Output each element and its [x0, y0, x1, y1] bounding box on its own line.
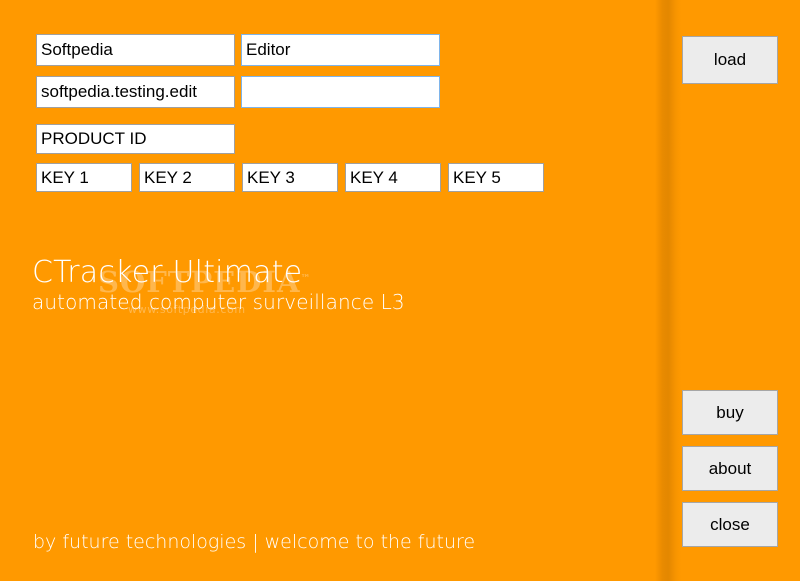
buy-button[interactable]: buy: [682, 390, 778, 435]
key-3-field[interactable]: [242, 163, 338, 192]
about-button[interactable]: about: [682, 446, 778, 491]
close-button[interactable]: close: [682, 502, 778, 547]
key-5-field[interactable]: [448, 163, 544, 192]
app-subtitle: automated computer surveillance L3: [32, 290, 405, 314]
product-id-field[interactable]: [36, 124, 235, 154]
key-2-field[interactable]: [139, 163, 235, 192]
email-field[interactable]: [36, 76, 235, 108]
role-field[interactable]: [241, 34, 440, 66]
name-field[interactable]: [36, 34, 235, 66]
load-button[interactable]: load: [682, 36, 778, 84]
app-title: CTracker Ultimate: [32, 255, 303, 290]
extra-field[interactable]: [241, 76, 440, 108]
key-1-field[interactable]: [36, 163, 132, 192]
footer-tagline: by future technologies | welcome to the …: [33, 531, 476, 553]
branding-block: CTracker Ultimate automated computer sur…: [32, 258, 632, 328]
panel-divider-shadow: [655, 0, 681, 581]
application-window: SOFTPEDIA™ www.softpedia.com CTracker Ul…: [0, 0, 800, 581]
key-4-field[interactable]: [345, 163, 441, 192]
